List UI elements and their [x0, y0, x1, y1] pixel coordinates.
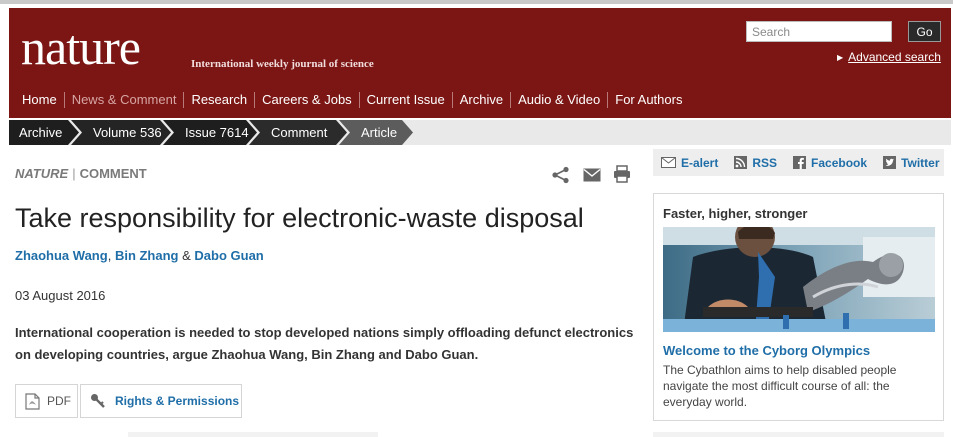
pdf-file-icon [25, 392, 40, 410]
nav-careers-jobs[interactable]: Careers & Jobs [254, 92, 359, 108]
facebook-label: Facebook [811, 155, 868, 170]
author-link[interactable]: Dabo Guan [194, 248, 263, 263]
main-nav: Home News & Comment Research Careers & J… [9, 90, 689, 110]
e-alert-label: E-alert [681, 155, 719, 170]
author-list: Zhaohua Wang, Bin Zhang & Dabo Guan [15, 248, 264, 263]
envelope-icon [661, 157, 676, 168]
pdf-button[interactable]: PDF [15, 384, 78, 418]
article-standfirst: International cooperation is needed to s… [15, 325, 634, 362]
breadcrumb-article: Article [339, 120, 413, 145]
breadcrumb-comment[interactable]: Comment [249, 120, 347, 145]
nav-for-authors[interactable]: For Authors [607, 92, 689, 108]
share-icon[interactable] [551, 166, 571, 184]
twitter-label: Twitter [901, 155, 940, 170]
breadcrumb-volume[interactable]: Volume 536 [71, 120, 171, 145]
triangle-right-icon: ▶ [837, 53, 844, 62]
journal-name: NATURE [15, 166, 69, 181]
nav-home[interactable]: Home [9, 92, 64, 108]
search-input[interactable] [746, 21, 892, 42]
nav-audio-video[interactable]: Audio & Video [510, 92, 607, 108]
author-ampersand: & [182, 248, 191, 263]
tagline: International weekly journal of science [191, 58, 374, 70]
promo-link[interactable]: Welcome to the Cyborg Olympics [663, 343, 870, 358]
nav-archive[interactable]: Archive [451, 92, 510, 108]
promo-heading: Faster, higher, stronger [663, 206, 808, 221]
kicker-separator: | [72, 166, 76, 181]
mail-icon[interactable] [583, 168, 601, 182]
twitter-icon [883, 156, 897, 169]
sidebar-divider [653, 432, 944, 437]
author-separator: , [107, 248, 112, 263]
rss-link[interactable]: RSS [726, 156, 785, 170]
breadcrumb-archive[interactable]: Archive [9, 120, 79, 145]
key-icon [91, 394, 105, 408]
section-name: COMMENT [79, 166, 147, 181]
breadcrumb-issue[interactable]: Issue 7614 [163, 120, 257, 145]
rss-icon [734, 156, 748, 169]
author-link[interactable]: Bin Zhang [115, 248, 179, 263]
article-kicker: NATURE | COMMENT [15, 166, 147, 181]
author-link[interactable]: Zhaohua Wang [15, 248, 108, 263]
publication-date: 03 August 2016 [15, 288, 106, 303]
pdf-label: PDF [47, 394, 71, 408]
e-alert-link[interactable]: E-alert [653, 156, 726, 170]
rights-label: Rights & Permissions [115, 394, 240, 408]
nature-logo[interactable]: nature [21, 22, 141, 72]
content-divider [128, 432, 378, 437]
top-rule [0, 0, 953, 4]
promo-image[interactable] [663, 227, 935, 332]
print-icon[interactable] [613, 165, 631, 183]
masthead: nature International weekly journal of s… [9, 8, 951, 118]
promo-box: Faster, higher, stronger Welcome to the … [653, 193, 944, 421]
nav-news-comment[interactable]: News & Comment [63, 92, 184, 108]
article-title: Take responsibility for electronic-waste… [15, 203, 584, 233]
search-go-button[interactable]: Go [908, 21, 941, 42]
advanced-search-link[interactable]: ▶ Advanced search [837, 50, 941, 64]
advanced-search-label: Advanced search [848, 50, 941, 64]
breadcrumb: Archive Volume 536 Issue 7614 Comment Ar… [9, 120, 951, 145]
nav-research[interactable]: Research [183, 92, 254, 108]
rights-permissions-button[interactable]: Rights & Permissions [80, 384, 242, 418]
twitter-link[interactable]: Twitter [875, 156, 947, 170]
facebook-link[interactable]: Facebook [785, 156, 875, 170]
facebook-icon [793, 156, 807, 169]
nav-current-issue[interactable]: Current Issue [358, 92, 452, 108]
promo-description: The Cybathlon aims to help disabled peop… [663, 363, 897, 409]
social-bar: E-alert RSS Facebook Twitter [653, 149, 944, 176]
rss-label: RSS [752, 155, 778, 170]
